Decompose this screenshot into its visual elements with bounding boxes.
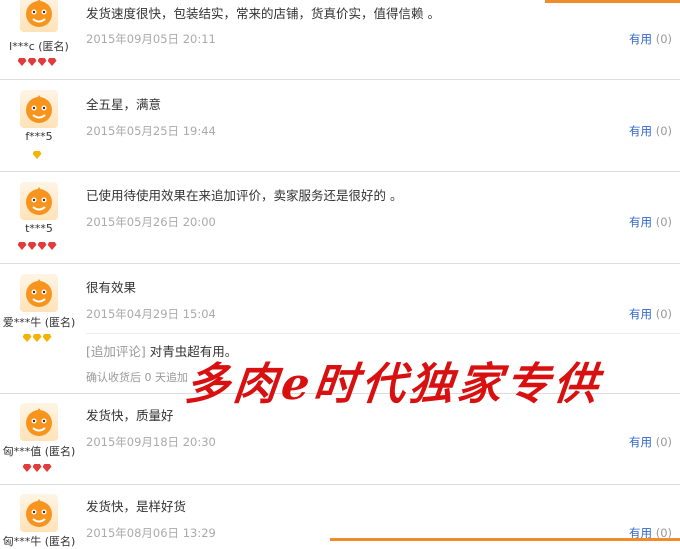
- diamond-icon: [22, 464, 32, 472]
- avatar[interactable]: [20, 494, 58, 532]
- user-name[interactable]: 匈***牛 (匿名): [0, 533, 84, 549]
- divider: [0, 171, 680, 172]
- useful-count: (0): [655, 215, 672, 229]
- diamond-icon: [47, 242, 57, 250]
- useful-button[interactable]: 有用 (0): [629, 306, 672, 322]
- append-meta: 确认收货后 0 天追加: [86, 371, 188, 384]
- useful-label[interactable]: 有用: [629, 307, 652, 321]
- avatar[interactable]: [20, 274, 58, 312]
- diamond-icon: [37, 242, 47, 250]
- review-content: 发货快，质量好: [86, 408, 174, 423]
- review-content: 发货快，是样好货: [86, 499, 187, 514]
- watermark-text: 多肉e时代独家专供: [182, 359, 605, 410]
- diamond-icon: [17, 58, 27, 66]
- review-content: 全五星，满意: [86, 97, 162, 112]
- diamond-icon: [27, 58, 37, 66]
- avatar[interactable]: [20, 0, 58, 32]
- useful-count: (0): [655, 435, 672, 449]
- useful-label[interactable]: 有用: [629, 124, 652, 138]
- diamond-icon: [32, 334, 42, 342]
- useful-label[interactable]: 有用: [629, 32, 652, 46]
- diamond-icon: [37, 58, 47, 66]
- diamond-icon: [32, 464, 42, 472]
- diamond-icon: [32, 151, 42, 159]
- credit-badges: [0, 151, 77, 161]
- credit-badges: [0, 334, 77, 344]
- useful-count: (0): [655, 307, 672, 321]
- useful-button[interactable]: 有用 (0): [629, 123, 672, 139]
- diamond-icon: [17, 242, 27, 250]
- diamond-icon: [47, 58, 57, 66]
- top-accent-bar: [545, 0, 680, 3]
- user-name[interactable]: 爱***牛 (匿名): [0, 314, 84, 330]
- useful-button[interactable]: 有用 (0): [629, 434, 672, 450]
- review-date: 2015年04月29日 15:04: [86, 307, 216, 321]
- review-date: 2015年05月25日 19:44: [86, 124, 216, 138]
- credit-badges: [0, 58, 77, 68]
- review-content: 发货速度很快，包装结实，常来的店铺，货真价实，值得信赖 。: [86, 6, 440, 21]
- user-name[interactable]: l***c (匿名): [0, 38, 84, 54]
- review-date: 2015年08月06日 13:29: [86, 526, 216, 540]
- divider: [0, 79, 680, 80]
- useful-button[interactable]: 有用 (0): [629, 31, 672, 47]
- user-name[interactable]: t***5: [0, 222, 84, 235]
- user-name[interactable]: 匈***值 (匿名): [0, 443, 84, 459]
- diamond-icon: [22, 334, 32, 342]
- credit-badges: [0, 464, 77, 474]
- diamond-icon: [42, 334, 52, 342]
- divider: [0, 484, 680, 485]
- review-date: 2015年05月26日 20:00: [86, 215, 216, 229]
- useful-button[interactable]: 有用 (0): [629, 214, 672, 230]
- diamond-icon: [42, 464, 52, 472]
- review-content: 已使用待使用效果在来追加评价，卖家服务还是很好的 。: [86, 188, 403, 203]
- avatar[interactable]: [20, 403, 58, 441]
- useful-count: (0): [655, 32, 672, 46]
- avatar[interactable]: [20, 182, 58, 220]
- useful-label[interactable]: 有用: [629, 215, 652, 229]
- divider: [0, 263, 680, 264]
- divider: [86, 333, 680, 334]
- user-name[interactable]: f***5: [0, 130, 84, 143]
- useful-count: (0): [655, 124, 672, 138]
- diamond-icon: [27, 242, 37, 250]
- review-date: 2015年09月05日 20:11: [86, 32, 216, 46]
- append-tag: [追加评论]: [86, 344, 146, 359]
- credit-badges: [0, 242, 77, 252]
- useful-label[interactable]: 有用: [629, 435, 652, 449]
- avatar[interactable]: [20, 90, 58, 128]
- review-date: 2015年09月18日 20:30: [86, 435, 216, 449]
- review-content: 很有效果: [86, 280, 137, 295]
